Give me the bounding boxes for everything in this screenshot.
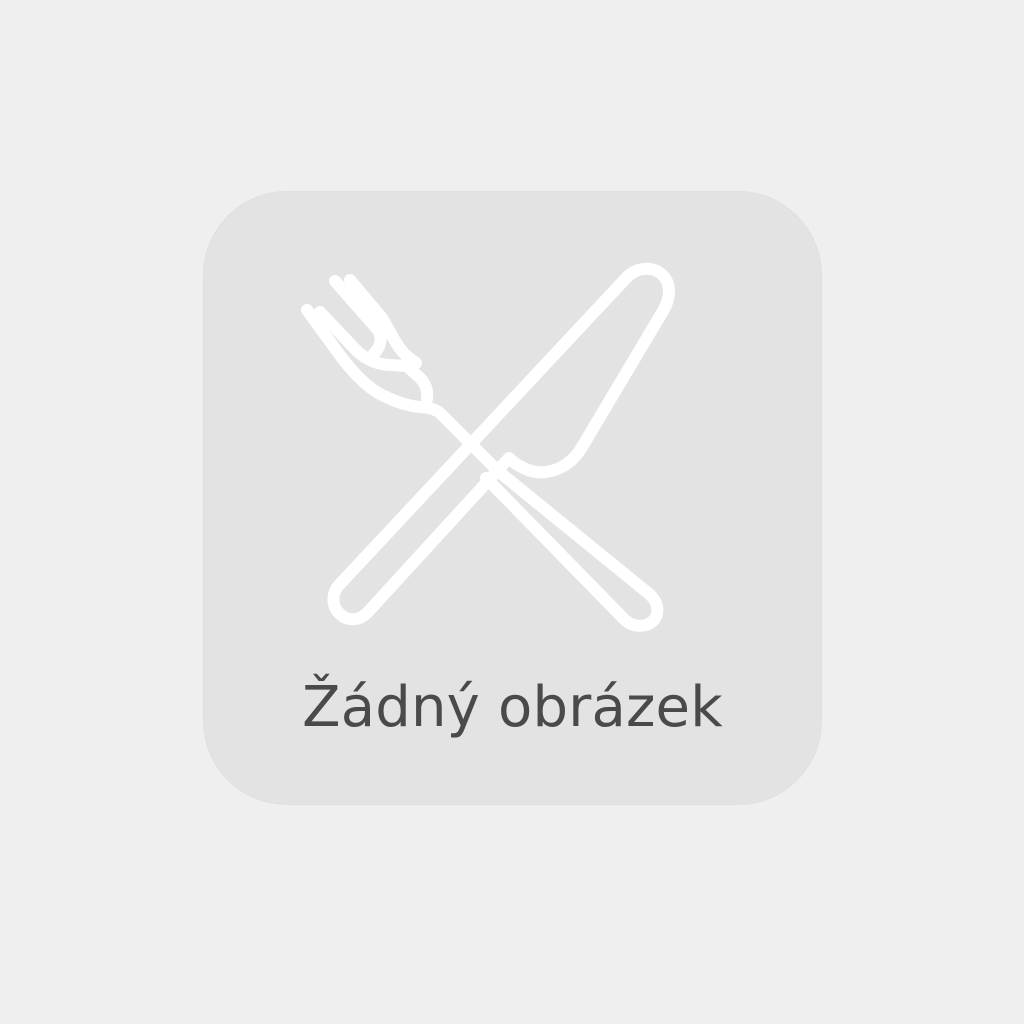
no-image-label: Žádný obrázek [302,675,723,740]
fork-and-knife-crossed-icon [290,262,680,632]
